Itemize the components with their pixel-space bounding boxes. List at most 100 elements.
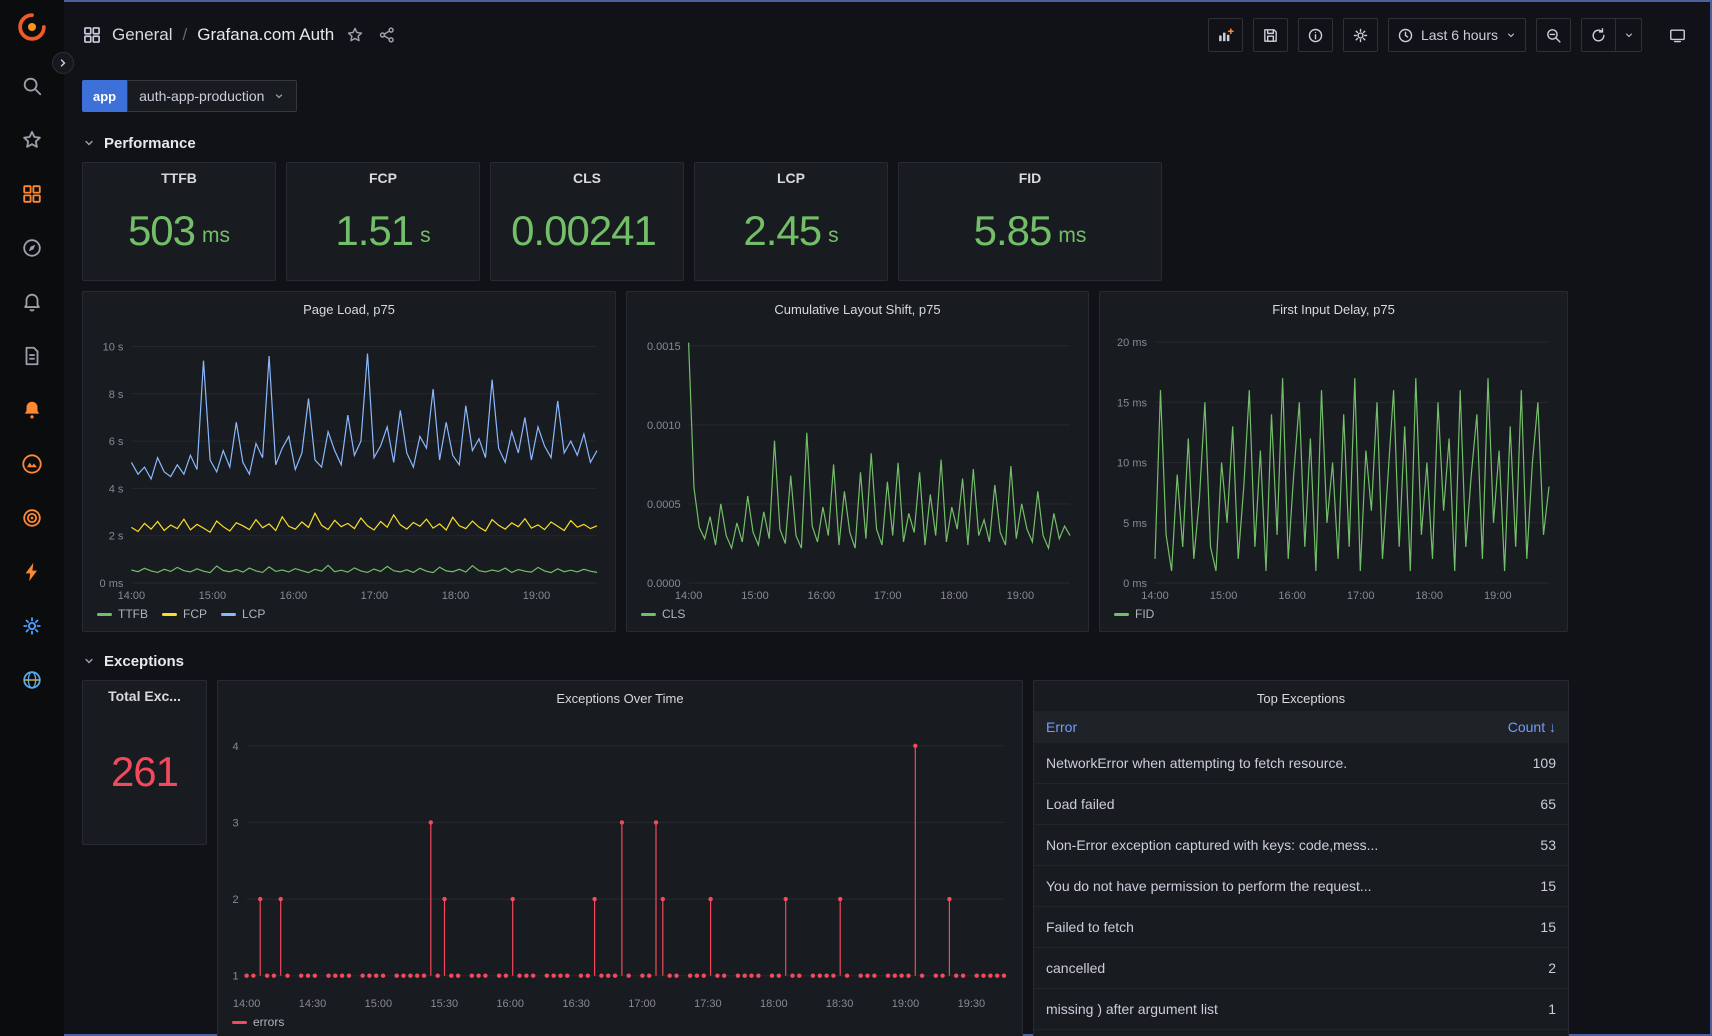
share-dashboard-button[interactable]	[376, 24, 398, 46]
save-dashboard-button[interactable]	[1253, 18, 1288, 52]
stat-unit: s	[828, 224, 839, 248]
svg-text:0 ms: 0 ms	[100, 578, 124, 590]
legend-item-errors[interactable]: errors	[232, 1015, 284, 1029]
svg-text:16:00: 16:00	[1278, 590, 1306, 602]
legend-label: CLS	[662, 607, 685, 621]
sidebar-item-plugin-globe[interactable]	[20, 668, 44, 692]
refresh-button[interactable]	[1581, 18, 1616, 52]
star-dashboard-button[interactable]	[344, 24, 366, 46]
svg-text:4: 4	[232, 741, 238, 753]
fid-chart[interactable]: 0 ms5 ms10 ms15 ms20 ms14:0015:0016:0017…	[1108, 322, 1559, 603]
panel-exceptions-over-time: Exceptions Over Time 123414:0014:3015:00…	[217, 680, 1023, 1036]
grafana-logo[interactable]	[15, 10, 49, 44]
svg-text:0.0005: 0.0005	[647, 499, 681, 511]
page-load-chart[interactable]: 0 ms2 s4 s6 s8 s10 s14:0015:0016:0017:00…	[91, 322, 607, 603]
chevron-down-icon	[82, 136, 96, 150]
panel-lcp[interactable]: LCP 2.45 s	[694, 162, 888, 281]
sidebar-item-search[interactable]	[20, 74, 44, 98]
panel-title[interactable]: Page Load, p75	[91, 296, 607, 322]
add-panel-button[interactable]	[1208, 18, 1243, 52]
svg-text:5 ms: 5 ms	[1123, 518, 1147, 530]
variable-value-dropdown[interactable]: auth-app-production	[127, 80, 297, 112]
stat-value: 0.00241	[511, 193, 663, 280]
tv-monitor-icon	[1669, 27, 1686, 44]
apps-icon	[82, 25, 102, 45]
sidebar-expand-button[interactable]	[52, 52, 74, 74]
panel-fcp[interactable]: FCP 1.51 s	[286, 162, 480, 281]
sidebar-item-dashboards[interactable]	[20, 182, 44, 206]
target-icon	[21, 507, 43, 529]
stat-unit: ms	[202, 224, 230, 248]
legend-item-lcp[interactable]: LCP	[221, 607, 265, 621]
svg-text:18:30: 18:30	[826, 998, 854, 1010]
dashboard-grid: Performance TTFB 503 ms FCP 1.51 s	[64, 122, 1712, 1036]
panel-fid[interactable]: FID 5.85 ms	[898, 162, 1162, 281]
sidebar-item-plugin-gear[interactable]	[20, 614, 44, 638]
section-performance[interactable]: Performance	[82, 124, 1694, 162]
panel-title[interactable]: Top Exceptions	[1034, 685, 1568, 711]
svg-text:16:00: 16:00	[808, 590, 836, 602]
legend-item-ttfb[interactable]: TTFB	[97, 607, 148, 621]
svg-text:18:00: 18:00	[1415, 590, 1443, 602]
panel-page-load: Page Load, p75 0 ms2 s4 s6 s8 s10 s14:00…	[82, 291, 616, 632]
kiosk-mode-button[interactable]	[1660, 18, 1694, 52]
stat-value: 2.45 s	[743, 193, 838, 280]
table-row: Non-Error exception captured with keys: …	[1034, 825, 1568, 866]
panel-total-exceptions[interactable]: Total Exc... 261	[82, 680, 207, 845]
column-header-count[interactable]: Count ↓	[1472, 711, 1568, 743]
svg-text:17:00: 17:00	[628, 998, 656, 1010]
sidebar-item-plugin-mountains[interactable]	[20, 452, 44, 476]
svg-text:16:30: 16:30	[562, 998, 590, 1010]
clock-icon	[1397, 27, 1414, 44]
panel-title[interactable]: Exceptions Over Time	[226, 685, 1014, 711]
dashboard-settings-button[interactable]	[1343, 18, 1378, 52]
mountains-icon	[21, 453, 43, 475]
sidebar-item-explore[interactable]	[20, 236, 44, 260]
globe-icon	[21, 669, 43, 691]
share-icon	[378, 26, 396, 44]
panel-title[interactable]: First Input Delay, p75	[1108, 296, 1559, 322]
time-range-picker[interactable]: Last 6 hours	[1388, 18, 1526, 52]
lightning-bolt-icon	[21, 561, 43, 583]
panel-first-input-delay: First Input Delay, p75 0 ms5 ms10 ms15 m…	[1099, 291, 1568, 632]
svg-text:19:00: 19:00	[523, 590, 551, 602]
column-header-error[interactable]: Error	[1034, 711, 1472, 743]
section-title: Performance	[104, 135, 196, 152]
sidebar-item-docs[interactable]	[20, 344, 44, 368]
svg-text:15:00: 15:00	[199, 590, 227, 602]
panel-title[interactable]: Cumulative Layout Shift, p75	[635, 296, 1080, 322]
svg-text:14:00: 14:00	[675, 590, 703, 602]
sidebar-item-plugin-bolt[interactable]	[20, 560, 44, 584]
svg-text:19:00: 19:00	[1484, 590, 1512, 602]
cls-chart[interactable]: 0.00000.00050.00100.001514:0015:0016:001…	[635, 322, 1080, 603]
sidebar-item-plugin-alarm[interactable]	[20, 398, 44, 422]
breadcrumb-folder[interactable]: General	[112, 25, 172, 45]
svg-text:2: 2	[232, 894, 238, 906]
refresh-interval-dropdown[interactable]	[1616, 18, 1642, 52]
panel-ttfb[interactable]: TTFB 503 ms	[82, 162, 276, 281]
svg-text:10 s: 10 s	[103, 342, 124, 354]
stat-value: 5.85 ms	[974, 193, 1087, 280]
star-icon	[346, 26, 364, 44]
legend-item-cls[interactable]: CLS	[641, 607, 685, 621]
stat-number: 2.45	[743, 210, 821, 252]
apps-grid-icon	[21, 183, 43, 205]
sidebar-item-alerting[interactable]	[20, 290, 44, 314]
exceptions-chart[interactable]: 123414:0014:3015:0015:3016:0016:3017:001…	[226, 711, 1014, 1011]
chevron-right-icon	[56, 56, 70, 70]
sidebar-item-starred[interactable]	[20, 128, 44, 152]
dashboard-insights-button[interactable]	[1298, 18, 1333, 52]
nav-sidebar	[0, 0, 64, 1036]
panel-cls[interactable]: CLS 0.00241	[490, 162, 684, 281]
legend-item-fcp[interactable]: FCP	[162, 607, 207, 621]
legend-label: FID	[1135, 607, 1154, 621]
section-exceptions[interactable]: Exceptions	[82, 642, 1694, 680]
svg-text:20 ms: 20 ms	[1117, 337, 1147, 349]
zoom-out-button[interactable]	[1536, 18, 1571, 52]
count-cell: 2	[1472, 948, 1568, 989]
sidebar-item-plugin-target[interactable]	[20, 506, 44, 530]
legend-item-fid[interactable]: FID	[1114, 607, 1154, 621]
breadcrumb: General / Grafana.com Auth	[82, 24, 398, 46]
panel-title: FCP	[361, 163, 405, 193]
blue-gear-icon	[21, 615, 43, 637]
